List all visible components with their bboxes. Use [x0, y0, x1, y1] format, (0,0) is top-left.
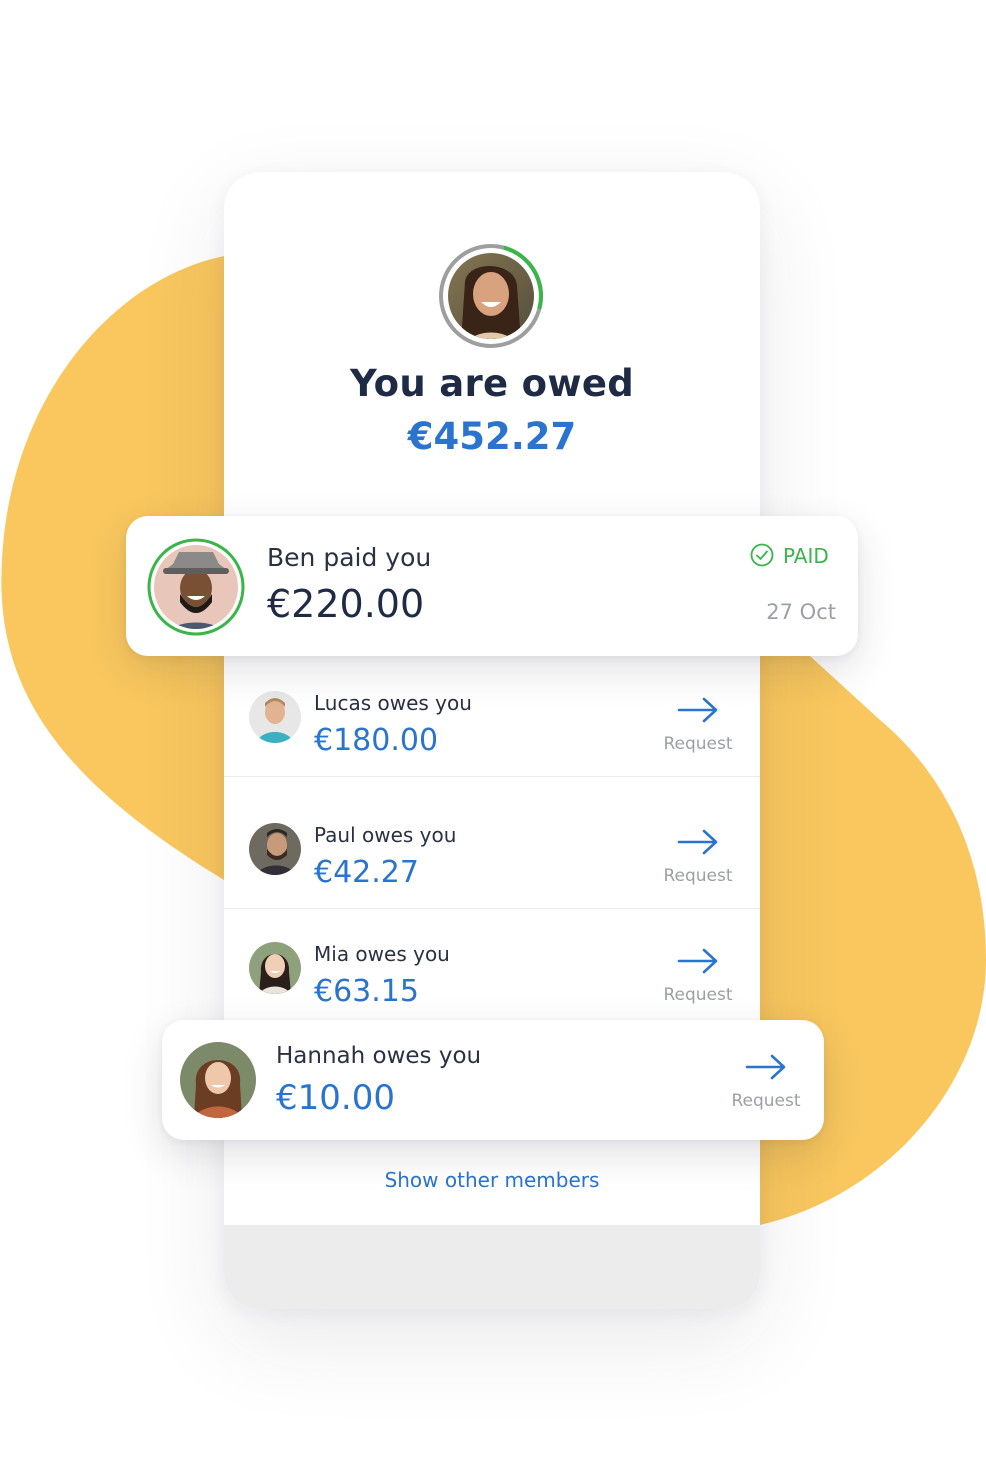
member-amount: €63.15 [314, 974, 419, 1009]
paid-amount: €220.00 [267, 582, 425, 626]
member-name: Hannah owes you [276, 1043, 482, 1069]
show-other-members-link[interactable]: Show other members [224, 1168, 760, 1192]
member-row-paul: Paul owes you €42.27 Request [224, 789, 760, 909]
avatar [249, 691, 301, 743]
request-label: Request [663, 734, 733, 754]
arrow-right-icon [677, 697, 718, 723]
request-button[interactable]: Request [660, 948, 736, 1008]
paid-status-label: PAID [783, 544, 829, 568]
phone-footer [224, 1225, 760, 1309]
request-label: Request [663, 985, 733, 1005]
payer-label: Ben paid you [267, 543, 432, 572]
avatar [180, 1042, 256, 1118]
owner-avatar-ring [439, 244, 543, 348]
request-label: Request [663, 866, 733, 886]
member-name: Lucas owes you [314, 691, 472, 715]
avatar [249, 942, 301, 994]
member-name: Paul owes you [314, 823, 457, 847]
avatar [249, 823, 301, 875]
paid-status-badge: PAID [750, 542, 842, 570]
request-label: Request [731, 1091, 801, 1111]
paid-date: 27 Oct [766, 600, 836, 624]
member-row-lucas: Lucas owes you €180.00 Request [224, 657, 760, 777]
arrow-right-icon [745, 1054, 786, 1080]
member-row-mia: Mia owes you €63.15 Request [224, 908, 760, 1027]
request-button[interactable]: Request [660, 697, 736, 757]
member-name: Mia owes you [314, 942, 450, 966]
member-amount: €42.27 [314, 855, 419, 890]
owed-title: You are owed [349, 362, 634, 405]
arrow-right-icon [677, 829, 718, 855]
request-button[interactable]: Request [660, 829, 736, 889]
arrow-right-icon [677, 948, 718, 974]
check-circle-icon [750, 543, 774, 567]
avatar [147, 538, 245, 636]
payment-received-card[interactable]: Ben paid you €220.00 PAID 27 Oct [126, 516, 858, 656]
member-amount: €10.00 [276, 1078, 395, 1118]
member-amount: €180.00 [314, 723, 439, 758]
owed-total-amount: €452.27 [407, 415, 577, 458]
member-card-hannah: Hannah owes you €10.00 Request [162, 1020, 824, 1140]
request-button[interactable]: Request [728, 1054, 804, 1114]
